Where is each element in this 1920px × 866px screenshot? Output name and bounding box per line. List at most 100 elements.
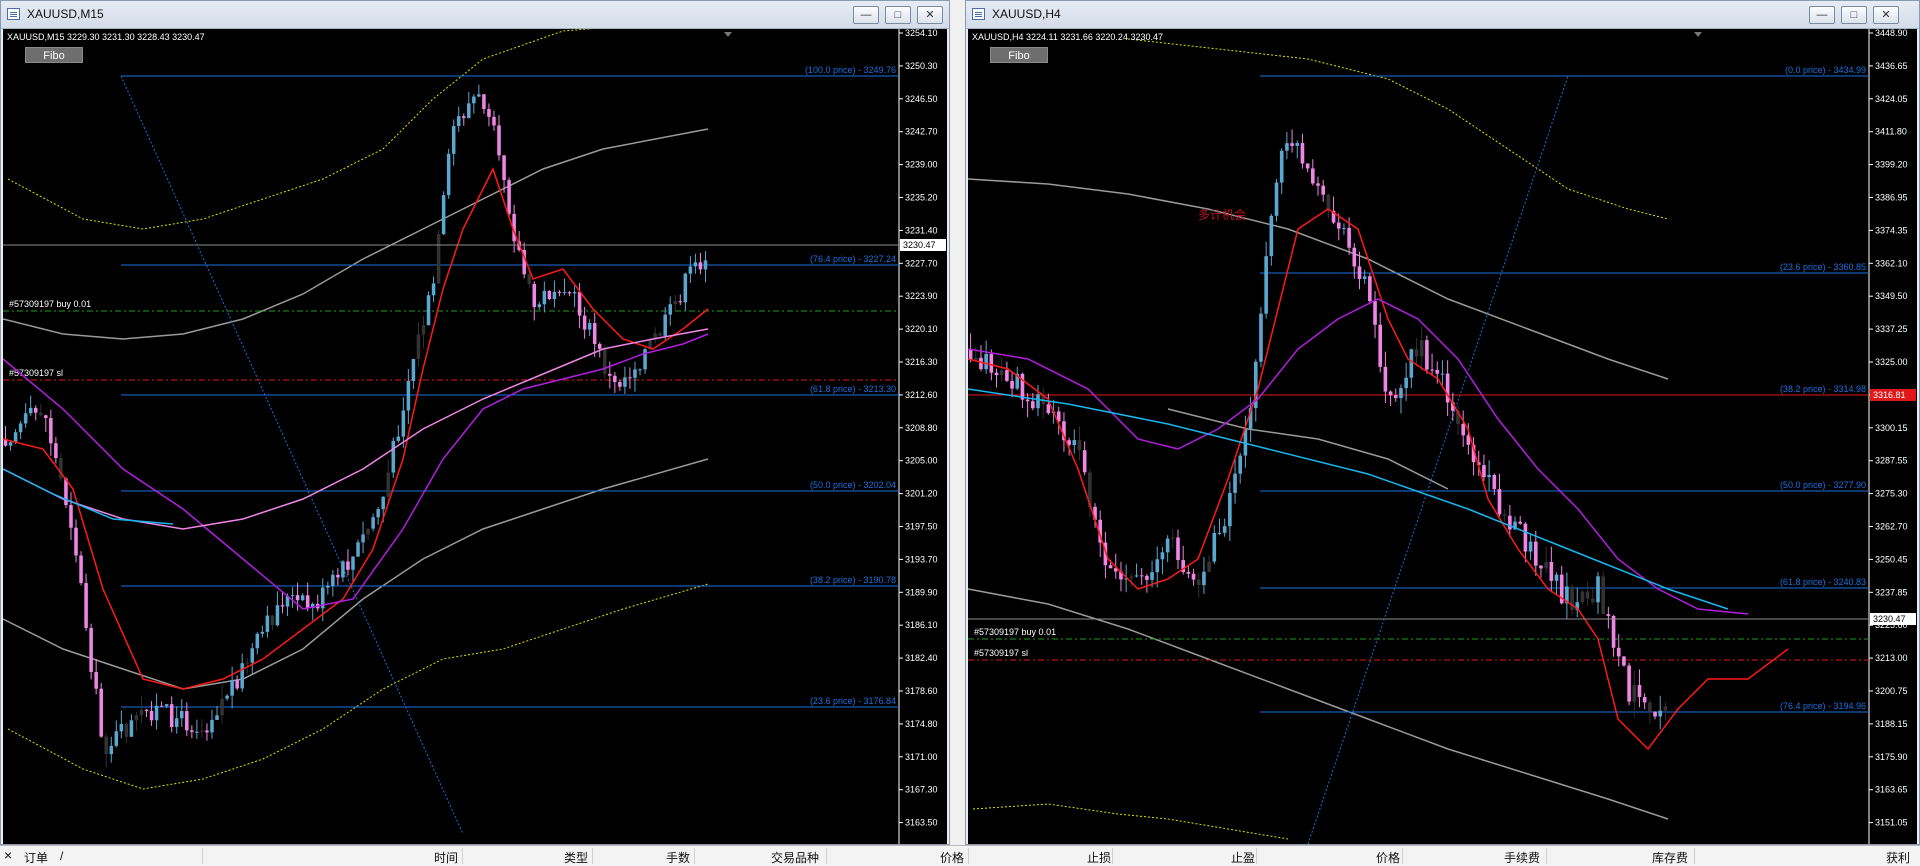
candle xyxy=(1539,565,1543,569)
candle xyxy=(698,262,703,270)
moving-average-mid-line xyxy=(3,333,709,610)
minimize-button[interactable]: — xyxy=(853,6,879,24)
candle xyxy=(391,440,396,473)
candle xyxy=(668,304,672,315)
candle xyxy=(89,627,93,672)
candle xyxy=(1368,276,1372,302)
candle xyxy=(1196,579,1201,586)
title-bar[interactable]: XAUUSD,M15 — □ ✕ xyxy=(1,1,949,29)
price-tick-label: 3242.70 xyxy=(905,127,938,137)
column-price[interactable]: 价格 xyxy=(940,849,964,866)
maximize-button[interactable]: □ xyxy=(885,6,911,24)
candle xyxy=(1352,247,1357,267)
candle xyxy=(989,353,994,373)
column-time[interactable]: 时间 xyxy=(434,849,458,866)
candle xyxy=(618,382,622,387)
price-tick-label: 3362.10 xyxy=(1875,258,1908,268)
column-type[interactable]: 类型 xyxy=(564,849,588,866)
candle xyxy=(1663,706,1668,711)
candle xyxy=(240,663,244,689)
candle xyxy=(1632,685,1637,702)
price-chart[interactable]: 3448.90 3436.65 3424.05 3411.80 3399.20 3386.… xyxy=(968,29,1917,844)
candle xyxy=(663,314,667,336)
column-symbol[interactable]: 交易品种 xyxy=(771,849,819,866)
candle xyxy=(1259,313,1263,362)
candle xyxy=(673,301,678,305)
candle xyxy=(1212,532,1217,562)
price-tick-label: 3448.90 xyxy=(1875,29,1908,38)
column-divider xyxy=(462,848,463,864)
fibo-button[interactable]: Fibo xyxy=(25,47,83,63)
candle xyxy=(1648,702,1652,712)
candle xyxy=(1373,301,1377,325)
moving-average-fast-line xyxy=(3,167,709,690)
chart-header: XAUUSD,M15 3229.30 3231.30 3228.43 3230.… xyxy=(7,32,205,42)
candle xyxy=(290,595,295,597)
fibo-level-label: (61.8 price) - 3213.30 xyxy=(810,384,896,394)
candle xyxy=(1528,541,1533,552)
candle xyxy=(119,724,124,732)
candle xyxy=(401,410,406,437)
price-tick-label: 3337.25 xyxy=(1875,324,1908,334)
price-tick-label: 3250.30 xyxy=(905,61,938,71)
candle xyxy=(436,234,441,284)
candle xyxy=(628,377,632,379)
candle xyxy=(678,301,683,303)
column-take-profit[interactable]: 止盈 xyxy=(1231,849,1255,866)
price-tick-label: 3205.00 xyxy=(905,456,938,466)
column-price-current[interactable]: 价格 xyxy=(1376,849,1400,866)
column-order[interactable]: 订单 xyxy=(24,849,48,866)
candle xyxy=(346,561,350,570)
candle xyxy=(18,423,23,433)
chart-window-h4[interactable]: XAUUSD,H4 — □ ✕ 3448.90 3436.65 3424.05 341… xyxy=(965,0,1920,845)
candle xyxy=(1404,377,1408,389)
chart-window-m15[interactable]: XAUUSD,M15 — □ ✕ 3254.10 3250.30 3246.50 32… xyxy=(0,0,950,845)
candle xyxy=(169,704,174,728)
candle xyxy=(1129,576,1134,579)
column-commission[interactable]: 手续费 xyxy=(1504,849,1540,866)
candle xyxy=(406,381,411,411)
candle xyxy=(195,731,199,733)
price-tick-label: 3213.00 xyxy=(1875,653,1908,663)
maximize-button[interactable]: □ xyxy=(1841,6,1867,24)
price-tick-label: 3220.10 xyxy=(905,324,938,334)
candle xyxy=(482,94,486,110)
price-tick-label: 3174.80 xyxy=(905,719,938,729)
candle xyxy=(190,730,194,732)
candle xyxy=(547,290,552,300)
column-divider xyxy=(1694,848,1695,864)
fibo-button[interactable]: Fibo xyxy=(990,47,1048,63)
candle xyxy=(84,583,88,628)
chart-canvas[interactable]: 3254.10 3250.30 3246.50 3242.70 3239.00 3235.… xyxy=(3,29,947,844)
title-bar[interactable]: XAUUSD,H4 — □ ✕ xyxy=(966,1,1919,29)
terminal-close-icon[interactable]: × xyxy=(4,847,12,863)
candle xyxy=(502,155,506,181)
price-chart[interactable]: 3254.10 3250.30 3246.50 3242.70 3239.00 3235.… xyxy=(3,29,947,844)
minimize-button[interactable]: — xyxy=(1809,6,1835,24)
candle xyxy=(99,688,103,737)
candle xyxy=(376,509,380,518)
candle xyxy=(1482,465,1486,478)
close-button[interactable]: ✕ xyxy=(917,6,943,24)
chart-canvas[interactable]: 3448.90 3436.65 3424.05 3411.80 3399.20 3386.… xyxy=(968,29,1917,844)
price-tick-label: 3188.15 xyxy=(1875,719,1908,729)
candle xyxy=(185,711,189,731)
price-tick-label: 3178.60 xyxy=(905,686,938,696)
candle xyxy=(79,555,83,584)
candle xyxy=(973,357,978,360)
column-swap[interactable]: 库存费 xyxy=(1652,849,1688,866)
candle xyxy=(537,304,542,308)
candle xyxy=(416,334,421,360)
candle xyxy=(1492,474,1497,490)
price-tick-label: 3189.90 xyxy=(905,587,938,597)
column-volume[interactable]: 手数 xyxy=(666,849,690,866)
price-tick-label: 3200.75 xyxy=(1875,686,1908,696)
column-profit[interactable]: 获利 xyxy=(1886,849,1910,866)
candle xyxy=(49,418,53,444)
candle xyxy=(1171,537,1175,539)
close-button[interactable]: ✕ xyxy=(1873,6,1899,24)
candle xyxy=(210,719,214,733)
column-stop-loss[interactable]: 止损 xyxy=(1087,849,1111,866)
candle xyxy=(1409,349,1414,378)
candle xyxy=(1357,266,1362,279)
